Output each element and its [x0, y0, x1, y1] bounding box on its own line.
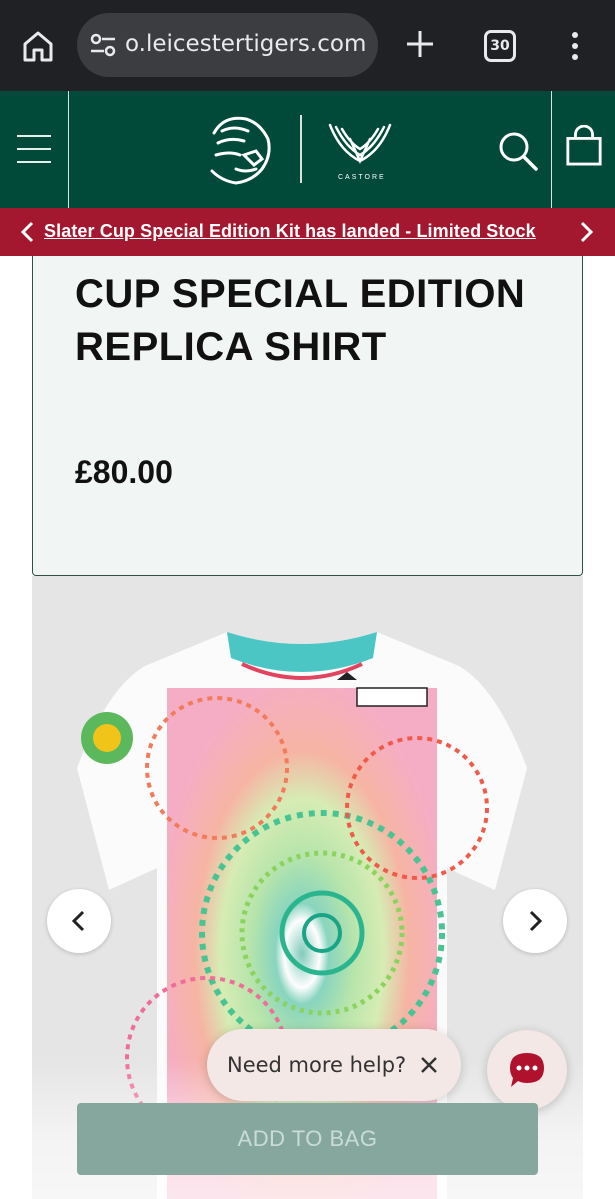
chat-button[interactable]	[487, 1030, 567, 1110]
gallery-prev-button[interactable]	[47, 889, 111, 953]
chevron-right-icon[interactable]	[578, 221, 594, 243]
promo-message-link[interactable]: Slater Cup Special Edition Kit has lande…	[44, 221, 536, 242]
logo-divider	[300, 115, 302, 183]
close-icon[interactable]	[419, 1055, 439, 1075]
menu-button[interactable]	[0, 91, 69, 208]
url-text[interactable]: o.leicestertigers.com	[125, 31, 370, 57]
product-title: CUP SPECIAL EDITION REPLICA SHIRT	[75, 272, 526, 369]
menu-icon	[17, 135, 51, 137]
promo-banner[interactable]: Slater Cup Special Edition Kit has lande…	[0, 208, 615, 256]
chevron-left-icon[interactable]	[20, 221, 36, 243]
chevron-right-icon	[529, 910, 543, 932]
help-label: Need more help?	[227, 1053, 407, 1077]
tune-icon[interactable]	[89, 33, 117, 57]
product-info-card: CUP SPECIAL EDITION REPLICA SHIRT £80.00	[32, 256, 583, 576]
address-bar[interactable]: o.leicestertigers.com	[77, 13, 378, 77]
browser-toolbar: o.leicestertigers.com 30	[0, 0, 615, 91]
gallery-next-button[interactable]	[503, 889, 567, 953]
search-icon[interactable]	[497, 130, 539, 172]
bag-icon	[566, 125, 602, 166]
help-chip[interactable]: Need more help?	[207, 1029, 461, 1101]
add-to-bag-button[interactable]: ADD TO BAG	[77, 1103, 538, 1175]
more-vert-icon[interactable]	[566, 30, 584, 62]
home-icon[interactable]	[20, 28, 56, 64]
chevron-left-icon	[71, 910, 85, 932]
bag-button[interactable]	[551, 91, 615, 208]
chat-bubble-icon	[510, 1053, 544, 1087]
product-price: £80.00	[75, 454, 173, 490]
tab-switcher-button[interactable]: 30	[484, 30, 516, 62]
tigers-logo[interactable]: CASTORE	[200, 111, 415, 186]
plus-icon[interactable]	[404, 28, 436, 60]
castore-logo: CASTORE	[338, 174, 386, 181]
